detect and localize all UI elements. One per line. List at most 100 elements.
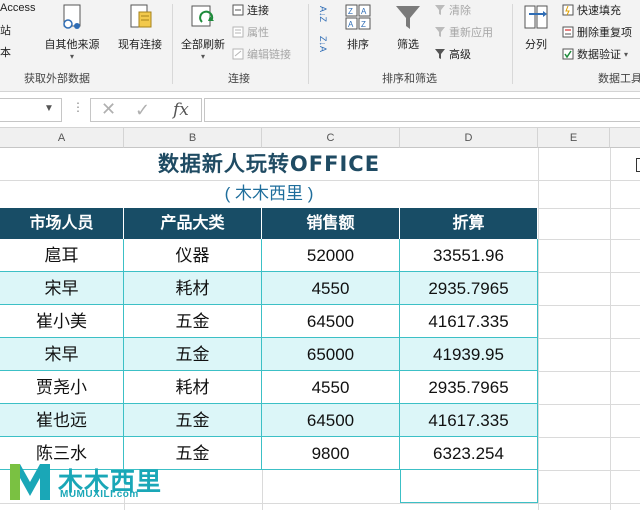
clear-filter-label: 清除 — [449, 5, 471, 17]
clear-filter-button[interactable]: 清除 — [434, 2, 471, 18]
refresh-all-button[interactable]: 全部刷新 ▾ — [176, 2, 230, 61]
cell-sales-amount[interactable]: 64500 — [262, 305, 400, 338]
cell-product-category[interactable]: 耗材 — [124, 371, 262, 404]
cell-sales-person[interactable]: 贾尧小 — [0, 371, 124, 404]
cell-converted[interactable]: 2935.7965 — [400, 272, 538, 305]
insert-function-icon[interactable]: fx — [173, 100, 189, 120]
cell-converted[interactable]: 6323.254 — [400, 437, 538, 470]
group-label-data-tools: 数据工具 — [598, 73, 640, 85]
cell-converted[interactable]: 2935.7965 — [400, 371, 538, 404]
cell-sales-person[interactable]: 崔小美 — [0, 305, 124, 338]
edit-links-button[interactable]: 编辑链接 — [232, 46, 291, 62]
ribbon-separator — [512, 4, 513, 84]
cell-sales-amount[interactable]: 52000 — [262, 239, 400, 272]
cancel-icon[interactable]: ✕ — [101, 99, 116, 120]
sort-za-button[interactable]: Z↓A — [318, 36, 328, 52]
data-validation-button[interactable]: 数据验证 ▾ — [562, 46, 628, 62]
column-header-c[interactable]: C — [262, 128, 400, 148]
column-header-f[interactable] — [610, 128, 640, 148]
formula-input[interactable] — [204, 98, 640, 122]
sort-label: 排序 — [347, 39, 369, 51]
enter-icon[interactable]: ✓ — [135, 100, 150, 121]
other-sources-button[interactable]: 自其他来源 ▾ — [40, 2, 104, 61]
text-to-columns-button[interactable]: 分列 — [518, 2, 554, 52]
cell-sales-person[interactable]: 崔也远 — [0, 404, 124, 437]
cell-converted[interactable]: 41617.335 — [400, 305, 538, 338]
cell-sales-amount[interactable]: 4550 — [262, 272, 400, 305]
remove-duplicates-button[interactable]: 删除重复项 — [562, 24, 632, 40]
cell-converted[interactable]: 33551.96 — [400, 239, 538, 272]
flash-fill-button[interactable]: 快速填充 — [562, 2, 621, 18]
sort-button[interactable]: Z A A Z 排序 — [340, 2, 376, 52]
properties-button[interactable]: 属性 — [232, 24, 269, 40]
header-cell-sales-amount[interactable]: 销售额 — [262, 208, 400, 239]
cell-sales-amount[interactable]: 64500 — [262, 404, 400, 437]
sheet-subtitle[interactable]: ( 木木西里 ) — [0, 180, 538, 208]
cell-product-category[interactable]: 五金 — [124, 404, 262, 437]
sheet-title[interactable]: 数据新人玩转OFFICE — [0, 148, 538, 180]
cell-sales-amount[interactable]: 65000 — [262, 338, 400, 371]
filter-funnel-icon — [396, 6, 420, 29]
column-header-d[interactable]: D — [400, 128, 538, 148]
advanced-filter-button[interactable]: 高级 — [434, 46, 471, 62]
from-access-button[interactable]: Access — [0, 2, 35, 14]
empty-cell[interactable] — [400, 470, 538, 503]
existing-connections-label: 现有连接 — [118, 39, 162, 51]
reapply-label: 重新应用 — [449, 27, 493, 39]
remove-duplicates-icon — [562, 26, 574, 38]
cell-sales-amount[interactable]: 4550 — [262, 371, 400, 404]
from-text-button[interactable]: 本 — [0, 44, 11, 60]
reapply-button[interactable]: 重新应用 — [434, 24, 493, 40]
cell-product-category[interactable]: 仪器 — [124, 239, 262, 272]
column-header-b[interactable]: B — [124, 128, 262, 148]
refresh-all-label: 全部刷新 — [181, 39, 225, 51]
connections-label: 连接 — [247, 5, 269, 17]
data-validation-icon — [562, 48, 574, 60]
text-to-columns-icon — [524, 5, 548, 29]
connections-icon — [232, 4, 244, 16]
cell-converted[interactable]: 41939.95 — [400, 338, 538, 371]
gridline — [538, 272, 640, 273]
gridline — [538, 305, 640, 306]
cell-product-category[interactable]: 五金 — [124, 338, 262, 371]
cell-sales-person[interactable]: 扈耳 — [0, 239, 124, 272]
edit-links-label: 编辑链接 — [247, 49, 291, 61]
ribbon-separator — [308, 4, 309, 84]
cell-sales-amount[interactable]: 9800 — [262, 437, 400, 470]
svg-text:Z: Z — [361, 20, 366, 29]
cell-converted[interactable]: 41617.335 — [400, 404, 538, 437]
header-cell-product-category[interactable]: 产品大类 — [124, 208, 262, 239]
gridline — [538, 470, 640, 471]
other-sources-icon — [63, 4, 81, 29]
cell-product-category[interactable]: 耗材 — [124, 272, 262, 305]
existing-connections-button[interactable]: 现有连接 — [112, 2, 168, 52]
formula-bar-buttons: ✕ ✓ fx — [90, 98, 202, 122]
from-web-button[interactable]: 站 — [0, 22, 11, 38]
gridline — [538, 239, 640, 240]
reapply-icon — [435, 27, 445, 37]
group-label-sort-filter: 排序和筛选 — [382, 73, 437, 85]
advanced-filter-label: 高级 — [449, 49, 471, 61]
gridline — [538, 437, 640, 438]
cursor-icon — [636, 158, 640, 172]
refresh-icon — [191, 5, 214, 27]
column-header-a[interactable]: A — [0, 128, 124, 148]
sort-icon: Z A A Z — [345, 4, 371, 30]
sort-az-button[interactable]: A↓Z — [318, 6, 328, 22]
cell-product-category[interactable]: 五金 — [124, 305, 262, 338]
header-cell-sales-person[interactable]: 市场人员 — [0, 208, 124, 239]
cell-sales-person[interactable]: 宋早 — [0, 272, 124, 305]
properties-icon — [232, 26, 244, 38]
header-cell-converted[interactable]: 折算 — [400, 208, 538, 239]
name-box[interactable]: ▼ — [0, 98, 62, 122]
connections-button[interactable]: 连接 — [232, 2, 269, 18]
filter-button[interactable]: 筛选 — [388, 2, 428, 52]
cell-sales-person[interactable]: 宋早 — [0, 338, 124, 371]
dropdown-arrow-icon: ▾ — [624, 49, 629, 59]
column-header-e[interactable]: E — [538, 128, 610, 148]
svg-text:A: A — [348, 20, 354, 29]
group-label-connections: 连接 — [228, 73, 250, 85]
formula-bar-grip-icon[interactable]: ⋮ — [72, 100, 84, 114]
chevron-down-icon[interactable]: ▼ — [44, 103, 54, 114]
from-web-label: 站 — [0, 25, 11, 37]
